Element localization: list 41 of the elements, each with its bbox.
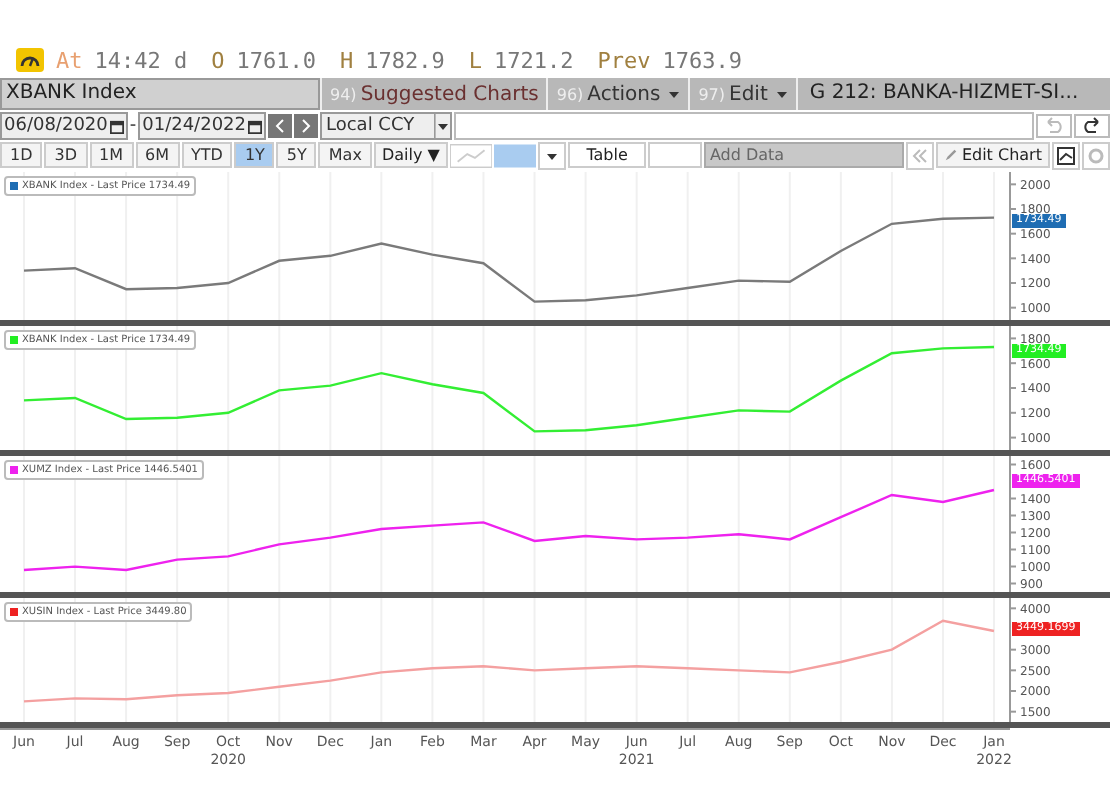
gauge-icon[interactable] bbox=[16, 48, 44, 72]
group-label[interactable]: G 212: BANKA-HIZMET-SI... bbox=[795, 78, 1110, 110]
start-date-field[interactable]: 06/08/2020 bbox=[0, 112, 128, 140]
end-date-field[interactable]: 01/24/2022 bbox=[138, 112, 266, 140]
caret-icon bbox=[775, 88, 788, 100]
quote-value: 1761.0 bbox=[236, 47, 316, 73]
caret-icon bbox=[434, 114, 450, 138]
frequency-dropdown[interactable]: Daily ▼ bbox=[373, 142, 448, 168]
table-button[interactable]: Table bbox=[568, 142, 647, 168]
next-icon[interactable] bbox=[294, 114, 318, 138]
period-button[interactable]: 1Y bbox=[234, 142, 275, 168]
add-data-field[interactable]: Add Data bbox=[703, 142, 904, 168]
pencil-icon bbox=[943, 148, 958, 162]
period-button[interactable]: 1M bbox=[89, 142, 133, 168]
calendar-icon[interactable] bbox=[248, 119, 262, 133]
period-button[interactable]: 3D bbox=[44, 142, 87, 168]
edit-chart-button[interactable]: Edit Chart bbox=[935, 142, 1050, 168]
period-button[interactable]: Max bbox=[318, 142, 372, 168]
redo-icon[interactable] bbox=[1074, 114, 1110, 138]
chart-settings-icon[interactable] bbox=[1051, 141, 1080, 169]
caret-icon bbox=[668, 88, 681, 100]
date-separator: - bbox=[129, 116, 137, 136]
period-button[interactable]: 1D bbox=[0, 142, 43, 168]
quote-value: 1721.2 bbox=[493, 47, 574, 73]
currency-dropdown[interactable]: Local CCY bbox=[320, 112, 452, 140]
period-button[interactable]: 5Y bbox=[276, 142, 317, 168]
previous-icon[interactable] bbox=[268, 114, 292, 138]
quote-label: O bbox=[211, 47, 225, 73]
at-label: At bbox=[56, 47, 83, 73]
quote-value: 1763.9 bbox=[662, 47, 742, 73]
quote-time: 14:42 d bbox=[94, 47, 188, 73]
caret-icon[interactable] bbox=[538, 141, 567, 169]
quote-label: Prev bbox=[597, 47, 651, 73]
color-swatch-icon[interactable] bbox=[493, 143, 537, 167]
quote-value: 1782.9 bbox=[365, 47, 445, 73]
security-field[interactable]: XBANK Index bbox=[0, 78, 320, 110]
period-button[interactable]: YTD bbox=[181, 142, 233, 168]
calendar-icon[interactable] bbox=[109, 119, 124, 133]
quote-label: H bbox=[339, 47, 354, 73]
period-button[interactable]: 6M bbox=[135, 142, 179, 168]
quote-label: L bbox=[468, 47, 482, 73]
